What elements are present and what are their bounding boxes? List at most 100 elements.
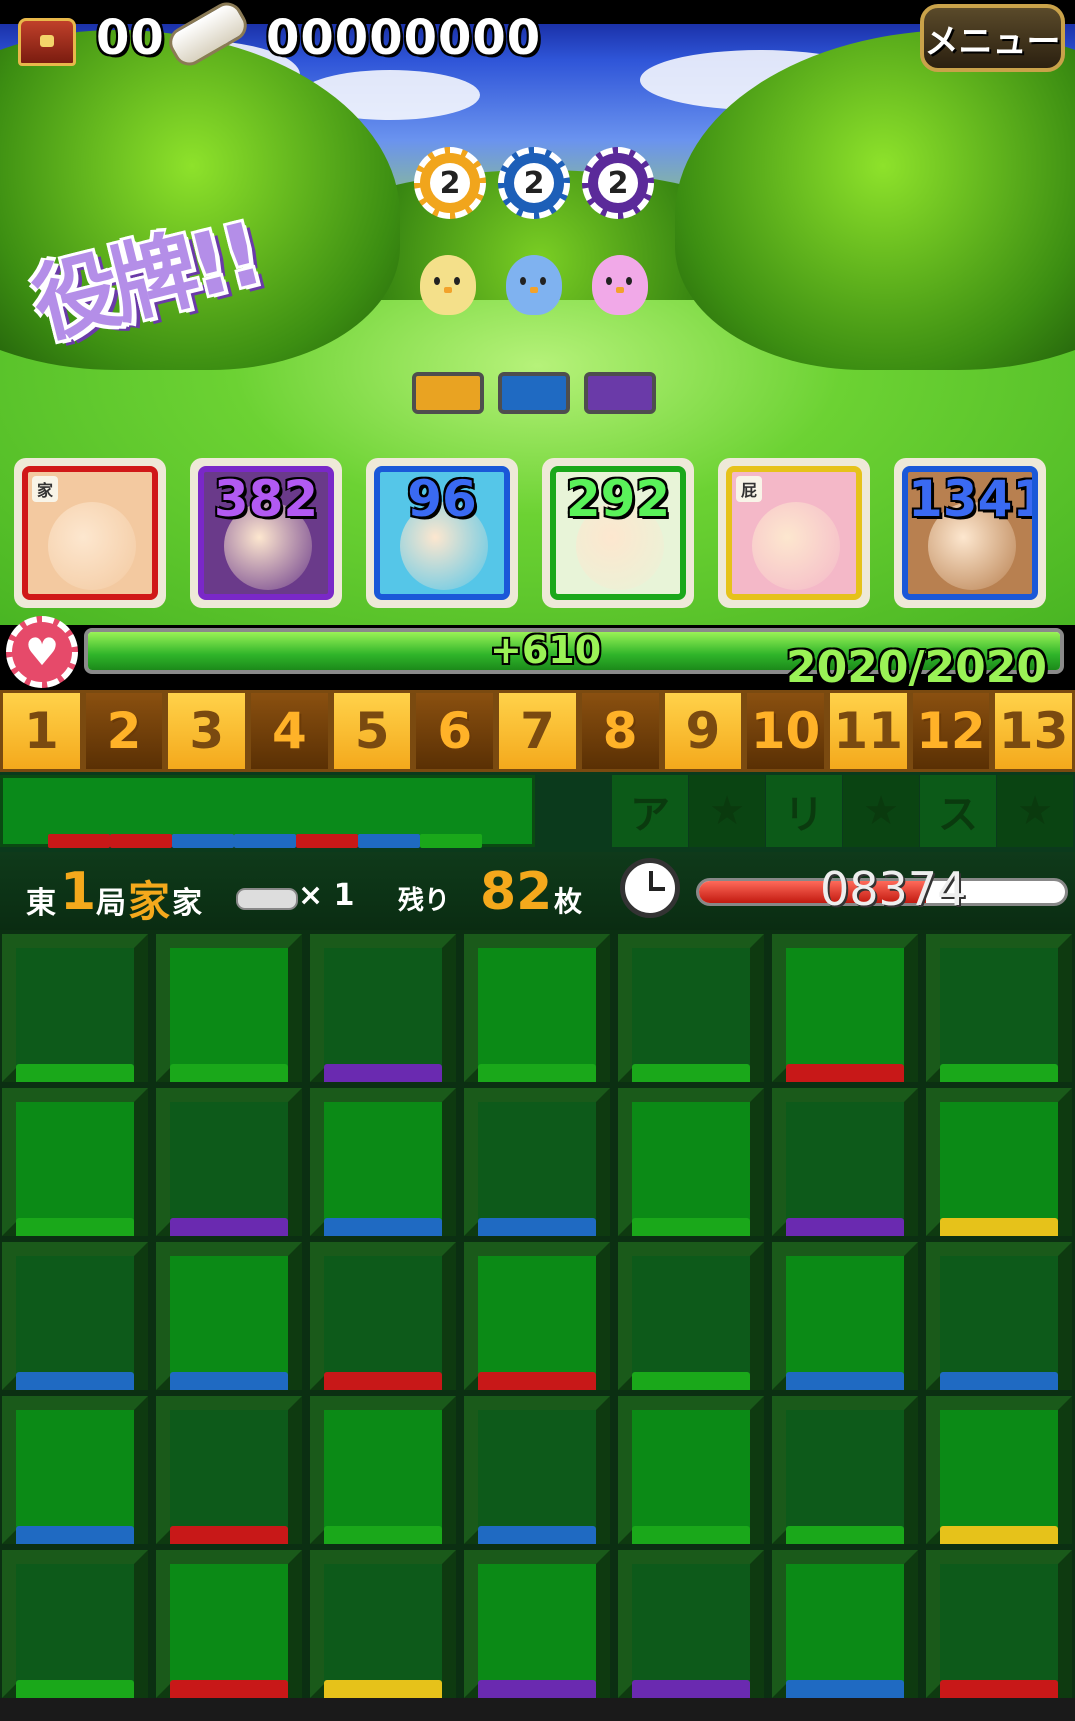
tile-color-bar	[940, 1526, 1058, 1544]
card-frame: 1341	[902, 466, 1038, 600]
number-cell-4[interactable]: 4	[248, 690, 331, 772]
bonus-slot: ★	[997, 775, 1073, 847]
board-cell[interactable]	[310, 934, 456, 1082]
board-cell[interactable]	[772, 1242, 918, 1390]
tile-color-bar	[632, 1526, 750, 1544]
board-cell[interactable]	[310, 1396, 456, 1544]
number-cell-10[interactable]: 10	[744, 690, 827, 772]
hp-value: 2020/2020	[786, 642, 1047, 693]
board-cell[interactable]	[2, 1550, 148, 1698]
board-cell[interactable]	[2, 934, 148, 1082]
damage-value: 382	[213, 470, 319, 528]
tile-color-bar	[940, 1218, 1058, 1236]
board-cell[interactable]	[464, 1088, 610, 1236]
board-cell[interactable]	[464, 1550, 610, 1698]
board-cell[interactable]	[464, 934, 610, 1082]
tile-color-bar	[478, 1680, 596, 1698]
round-number: 1	[60, 862, 97, 922]
number-cell-6[interactable]: 6	[413, 690, 497, 772]
card-frame: 292	[550, 466, 686, 600]
board-cell[interactable]	[156, 1088, 302, 1236]
board-cell[interactable]	[2, 1396, 148, 1544]
board-cell[interactable]	[618, 1396, 764, 1544]
party-card[interactable]: 家	[14, 458, 166, 608]
number-cell-13[interactable]: 13	[992, 690, 1075, 772]
tile-color-bar	[478, 1218, 596, 1236]
multiplier: × 1	[298, 878, 355, 913]
menu-button[interactable]: メニュー	[920, 4, 1065, 72]
hand-tile[interactable]	[358, 834, 420, 848]
hand-tile[interactable]	[48, 834, 110, 848]
card-frame: 家	[22, 466, 158, 600]
board-cell[interactable]	[464, 1242, 610, 1390]
party-card[interactable]: 1341	[894, 458, 1046, 608]
board-cell[interactable]	[926, 1088, 1072, 1236]
board-cell[interactable]	[618, 1242, 764, 1390]
board-cell[interactable]	[2, 1242, 148, 1390]
kyoku-label: 局	[96, 886, 126, 921]
party-card[interactable]: 382	[190, 458, 342, 608]
unit-label: 枚	[554, 885, 583, 918]
tile-color-bar	[478, 1064, 596, 1082]
tile-color-bar	[170, 1218, 288, 1236]
board-cell[interactable]	[772, 934, 918, 1082]
hand-tile[interactable]	[420, 834, 482, 848]
party-card[interactable]: 屁	[718, 458, 870, 608]
board-cell[interactable]	[310, 1242, 456, 1390]
tile-color-bar	[940, 1064, 1058, 1082]
color-slot	[412, 372, 484, 414]
tile-color-bar	[632, 1680, 750, 1698]
board-cell[interactable]	[618, 934, 764, 1082]
board-cell[interactable]	[772, 1396, 918, 1544]
board-cell[interactable]	[156, 1550, 302, 1698]
number-cell-5[interactable]: 5	[330, 690, 414, 772]
number-cell-2[interactable]: 2	[82, 690, 166, 772]
party-card[interactable]: 292	[542, 458, 694, 608]
board-cell[interactable]	[310, 1550, 456, 1698]
number-cell-9[interactable]: 9	[661, 690, 745, 772]
board-cell[interactable]	[926, 1242, 1072, 1390]
hand-tile[interactable]	[234, 834, 296, 848]
tile-color-bar	[324, 1218, 442, 1236]
tile-color-bar	[324, 1372, 442, 1390]
tile-color-bar	[632, 1372, 750, 1390]
bet-chip: 2	[498, 147, 570, 219]
timer-value: 08374	[820, 862, 967, 916]
number-cell-8[interactable]: 8	[578, 690, 662, 772]
hand-tile[interactable]	[172, 834, 234, 848]
board-cell[interactable]	[618, 1088, 764, 1236]
party-card[interactable]: 96	[366, 458, 518, 608]
hand-tile[interactable]	[296, 834, 358, 848]
game-screen: 00 00000000 メニュー 役牌!! ♥ +610 2020/2020 1…	[0, 0, 1075, 1721]
chick-icon	[420, 255, 476, 315]
number-cell-7[interactable]: 7	[496, 690, 579, 772]
chest-count: 00	[96, 10, 165, 66]
character-portrait	[752, 502, 840, 590]
number-cell-12[interactable]: 12	[909, 690, 993, 772]
board-cell[interactable]	[310, 1088, 456, 1236]
color-slot	[584, 372, 656, 414]
tile-color-bar	[940, 1680, 1058, 1698]
board-cell[interactable]	[772, 1550, 918, 1698]
hand-tile[interactable]	[110, 834, 172, 848]
board-cell[interactable]	[156, 934, 302, 1082]
heart-icon: ♥	[6, 616, 78, 688]
tile-color-bar	[16, 1218, 134, 1236]
number-cell-3[interactable]: 3	[165, 690, 249, 772]
number-cell-11[interactable]: 11	[826, 690, 910, 772]
board-cell[interactable]	[156, 1242, 302, 1390]
board-cell[interactable]	[772, 1088, 918, 1236]
board-cell[interactable]	[926, 1396, 1072, 1544]
board-cell[interactable]	[926, 1550, 1072, 1698]
tile-color-bar	[324, 1526, 442, 1544]
ie-label: 家	[172, 886, 202, 921]
board-cell[interactable]	[926, 934, 1072, 1082]
board-cell[interactable]	[618, 1550, 764, 1698]
remaining-label: 残り	[398, 886, 451, 916]
number-cell-1[interactable]: 1	[0, 690, 83, 772]
tile-color-bar	[16, 1372, 134, 1390]
board-cell[interactable]	[464, 1396, 610, 1544]
board-cell[interactable]	[156, 1396, 302, 1544]
board-cell[interactable]	[2, 1088, 148, 1236]
tile-color-bar	[632, 1064, 750, 1082]
